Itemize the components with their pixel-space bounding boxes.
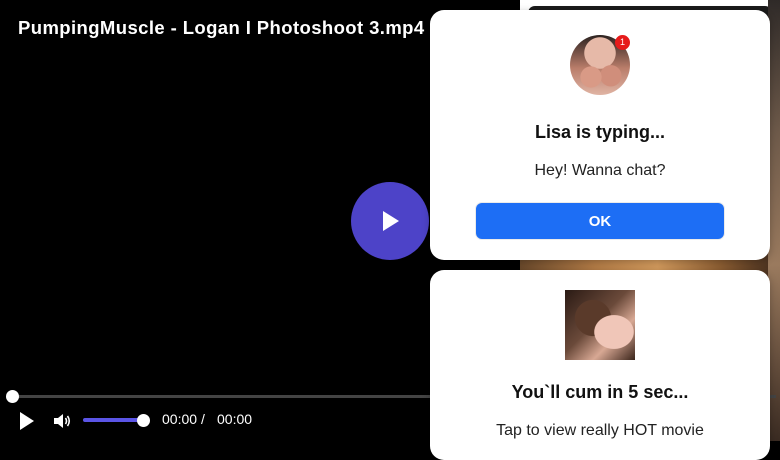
- promo-thumbnail[interactable]: [565, 290, 635, 360]
- chat-popup[interactable]: 1 Lisa is typing... Hey! Wanna chat? OK: [430, 10, 770, 260]
- play-icon: [383, 211, 399, 231]
- volume-handle[interactable]: [137, 414, 150, 427]
- volume-button[interactable]: [52, 411, 72, 431]
- promo-title: You`ll cum in 5 sec...: [511, 382, 689, 402]
- notification-badge: 1: [615, 35, 630, 50]
- video-title: PumpingMuscle - Logan I Photoshoot 3.mp4: [18, 17, 425, 38]
- play-button[interactable]: [16, 410, 38, 432]
- chat-title: Lisa is typing...: [534, 122, 666, 142]
- ok-button[interactable]: OK: [476, 203, 724, 239]
- progress-handle[interactable]: [6, 390, 19, 403]
- volume-slider[interactable]: [83, 418, 145, 422]
- duration: 00:00: [217, 411, 253, 427]
- big-play-button[interactable]: [351, 182, 429, 260]
- promo-message[interactable]: Tap to view really HOT movie: [430, 422, 770, 440]
- current-time: 00:00: [162, 411, 198, 427]
- chat-message: Hey! Wanna chat?: [534, 162, 666, 179]
- time-separator: /: [201, 411, 205, 427]
- promo-popup[interactable]: You`ll cum in 5 sec... Tap to view reall…: [430, 270, 770, 460]
- play-icon: [20, 412, 34, 430]
- volume-icon: [54, 414, 71, 428]
